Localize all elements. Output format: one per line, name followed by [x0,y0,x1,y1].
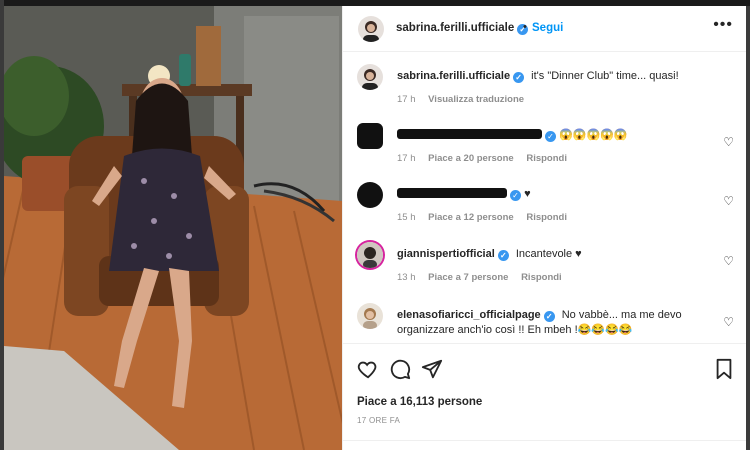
comment-username[interactable]: elenasofiaricci_officialpage ✓ [397,309,555,322]
redacted-username [397,129,542,139]
heart-icon[interactable] [357,358,379,380]
like-comment-heart-icon[interactable]: ♡ [723,254,734,268]
caption-username[interactable]: sabrina.ferilli.ufficiale ✓ [397,70,525,83]
comment-text: giannispertiofficial ✓ Incantevole ♥ [397,247,717,262]
reply-button[interactable]: Rispondi [521,272,562,283]
verified-badge-icon: ✓ [497,250,509,261]
add-comment-bar[interactable] [343,440,747,450]
post-photo[interactable] [4,6,342,450]
verified-badge-icon: ✓ [545,131,556,142]
post-photo-image [4,6,342,450]
share-icon[interactable] [421,358,443,380]
post-actions: Piace a 16,113 persone 17 ORE FA [343,343,747,450]
verified-badge-icon: ✓ [543,311,555,322]
redacted-username [397,188,507,198]
post-header: sabrina.ferilli.ufficiale ✓ • Segui ••• [343,6,747,52]
comment-body: 😱😱😱😱😱 [559,129,628,141]
caption-avatar[interactable] [357,64,383,90]
bookmark-icon[interactable] [713,358,735,380]
comment-avatar[interactable] [357,303,383,329]
comment-likes[interactable]: Piace a 7 persone [428,272,508,283]
comment-body: ♥ [524,188,531,200]
more-options-icon[interactable]: ••• [713,16,733,34]
post-timestamp: 17 ORE FA [357,416,401,425]
comment-avatar[interactable] [357,182,383,208]
comment-meta: 15 h Piace a 12 persone Rispondi [397,212,577,223]
caption-time[interactable]: 17 h [397,94,416,105]
like-comment-heart-icon[interactable]: ♡ [723,135,734,149]
comment-time[interactable]: 13 h [397,272,416,283]
comment-meta: 17 h Piace a 20 persone Rispondi [397,153,577,164]
see-translation-link[interactable]: Visualizza traduzione [428,94,524,105]
verified-badge-icon: ✓ [510,190,521,201]
comment-text: ✓ 😱😱😱😱😱 [397,128,717,143]
comment-time[interactable]: 15 h [397,212,416,223]
comment-text: elenasofiaricci_officialpage ✓ No vabbè..… [397,308,717,338]
comment-likes[interactable]: Piace a 20 persone [428,153,514,164]
caption-body: it's "Dinner Club" time... quasi! [531,70,679,82]
caption-meta: 17 h Visualizza traduzione [397,94,534,105]
comment-icon[interactable] [389,358,411,380]
post-likes-count[interactable]: Piace a 16,113 persone [357,396,482,408]
comment-username[interactable]: giannispertiofficial ✓ [397,248,509,261]
comment-avatar[interactable] [357,242,383,268]
comment-meta: 13 h Piace a 7 persone Rispondi [397,272,572,283]
reply-button[interactable]: Rispondi [526,212,567,223]
comment-time[interactable]: 17 h [397,153,416,164]
follow-button[interactable]: Segui [532,22,563,34]
separator-dot: • [523,21,527,33]
like-comment-heart-icon[interactable]: ♡ [723,315,734,329]
comment-avatar[interactable] [357,123,383,149]
caption-text: sabrina.ferilli.ufficiale ✓ it's "Dinner … [397,69,717,84]
comment-body: Incantevole ♥ [515,248,582,260]
page-backdrop-right [746,6,750,450]
post-details-panel: sabrina.ferilli.ufficiale ✓ • Segui ••• s… [342,6,747,450]
comment-likes[interactable]: Piace a 12 persone [428,212,514,223]
author-avatar[interactable] [358,16,384,42]
like-comment-heart-icon[interactable]: ♡ [723,194,734,208]
author-username[interactable]: sabrina.ferilli.ufficiale ✓ [396,22,529,35]
comment-text: ✓ ♥ [397,187,717,202]
reply-button[interactable]: Rispondi [526,153,567,164]
verified-badge-icon: ✓ [513,72,525,83]
